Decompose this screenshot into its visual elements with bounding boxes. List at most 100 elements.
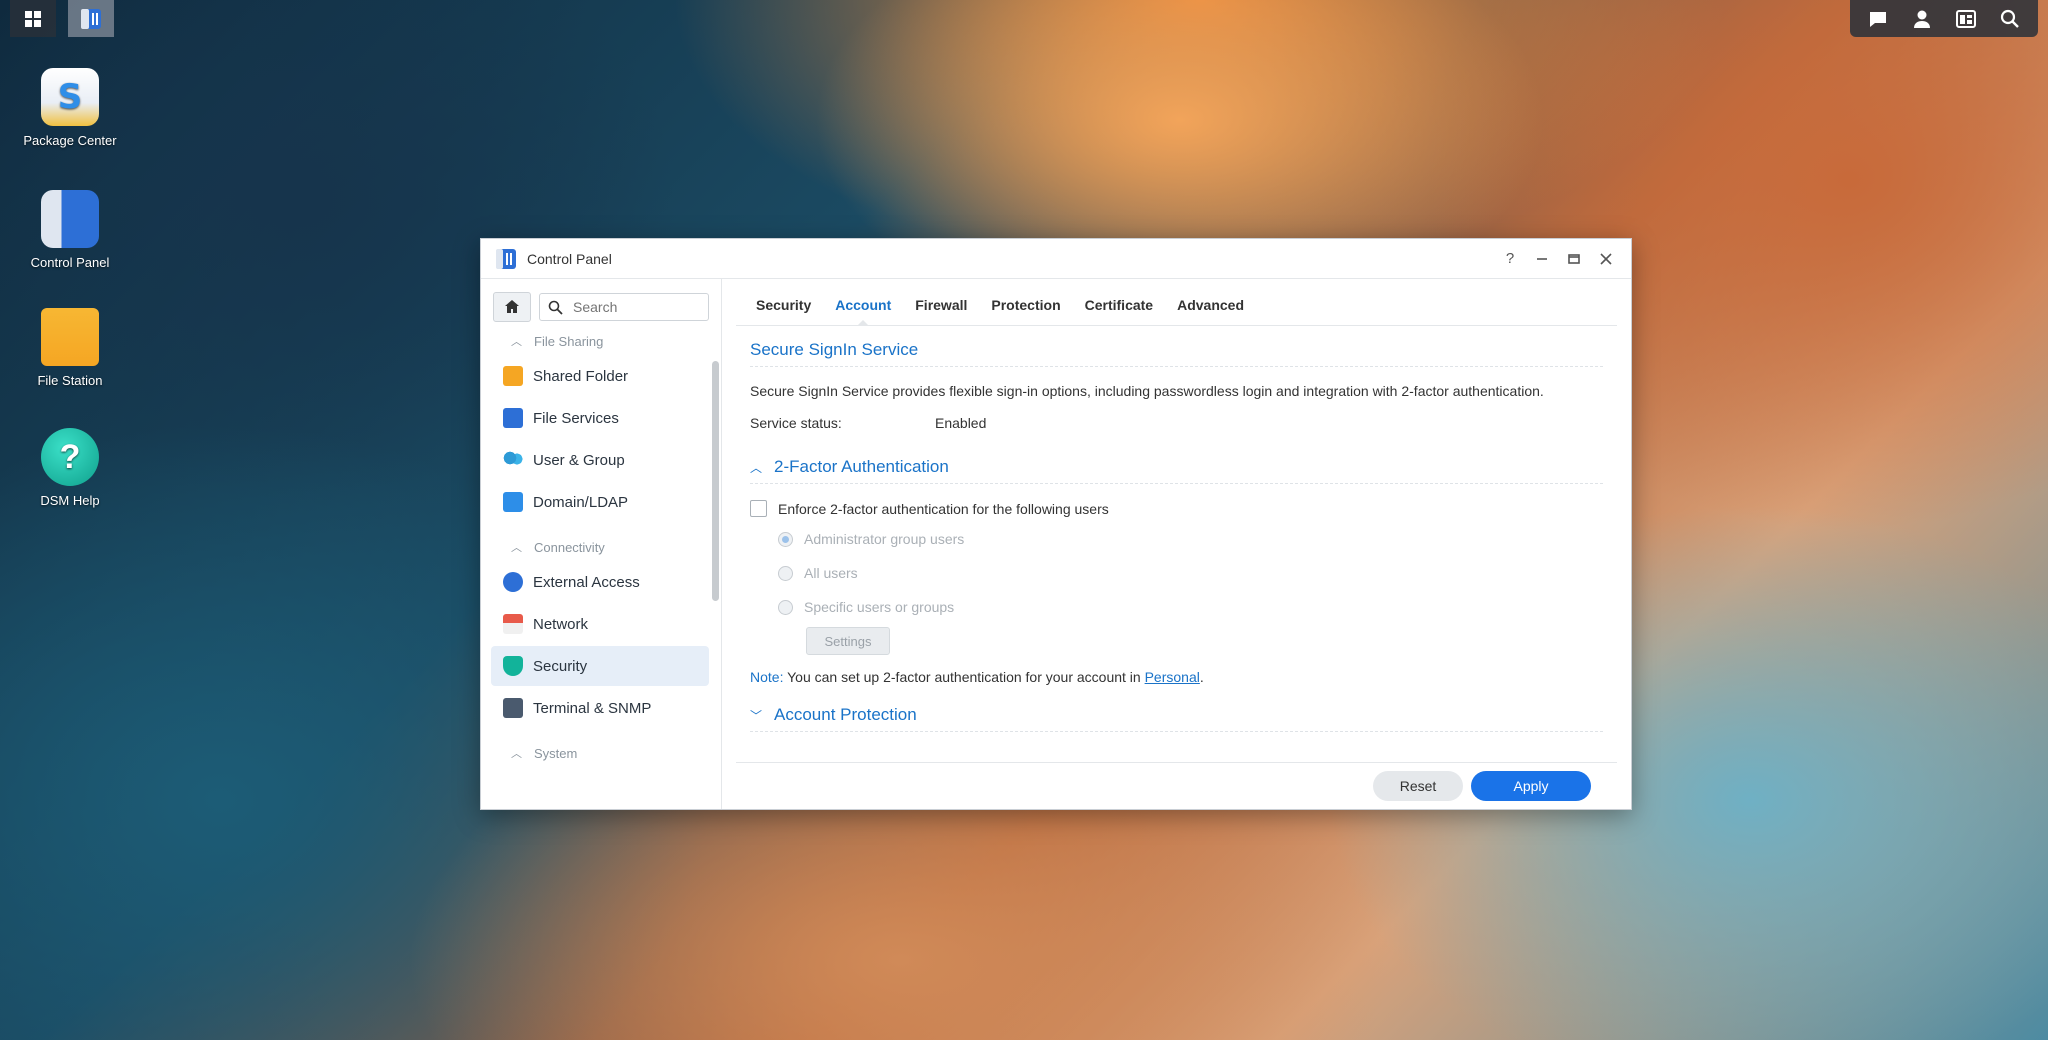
shield-icon (503, 656, 523, 676)
help-button[interactable]: ? (1499, 248, 1521, 270)
section-heading: Secure SignIn Service (750, 340, 919, 359)
section-account-protection[interactable]: ﹀ Account Protection (750, 691, 1603, 732)
service-status-value: Enabled (935, 415, 987, 431)
sidebar-item-label: Terminal & SNMP (533, 699, 652, 717)
tab-advanced[interactable]: Advanced (1165, 297, 1256, 325)
control-panel-icon (81, 8, 101, 29)
note-text: You can set up 2-factor authentication f… (783, 669, 1145, 685)
desktop-icon-label: Control Panel (30, 255, 110, 270)
desktop-icon-dsm-help[interactable]: ? DSM Help (20, 428, 120, 509)
sidebar-scrollbar[interactable] (712, 361, 719, 601)
radio-admin-users[interactable]: Administrator group users (778, 531, 1603, 547)
home-button[interactable] (493, 292, 531, 322)
sidebar-item-network[interactable]: Network (491, 604, 709, 644)
chat-icon[interactable] (1865, 6, 1891, 32)
enforce-2fa-checkbox-row[interactable]: Enforce 2-factor authentication for the … (750, 500, 1603, 517)
users-icon (503, 450, 523, 470)
sidebar-item-shared-folder[interactable]: Shared Folder (491, 356, 709, 396)
section-heading: Account Protection (774, 705, 917, 724)
radio-specific-users[interactable]: Specific users or groups (778, 599, 1603, 615)
chevron-up-icon: ︿ (511, 542, 522, 554)
service-status-label: Service status: (750, 415, 842, 431)
sidebar-item-file-services[interactable]: File Services (491, 398, 709, 438)
radio-label: Specific users or groups (804, 599, 955, 615)
tab-protection[interactable]: Protection (979, 297, 1072, 325)
sidebar-item-label: Security (533, 657, 588, 675)
2fa-note: Note: You can set up 2-factor authentica… (750, 669, 1603, 685)
main-panel: Security Account Firewall Protection Cer… (722, 279, 1631, 809)
apply-button[interactable]: Apply (1471, 771, 1591, 801)
sidebar: ︿ File Sharing Shared Folder File Service… (481, 279, 722, 809)
category-system[interactable]: ︿ System (481, 740, 721, 766)
domain-icon (503, 492, 523, 512)
sidebar-item-terminal-snmp[interactable]: Terminal & SNMP (491, 688, 709, 728)
footer-bar: Reset Apply (736, 762, 1617, 809)
desktop-icon-label: DSM Help (40, 493, 100, 508)
external-access-icon (503, 572, 523, 592)
close-button[interactable] (1595, 248, 1617, 270)
window-titlebar[interactable]: Control Panel ? (481, 239, 1631, 279)
radio-all-users[interactable]: All users (778, 565, 1603, 581)
search-icon (548, 300, 563, 315)
taskbar-right (1850, 0, 2038, 37)
note-end: . (1199, 669, 1204, 685)
user-icon[interactable] (1909, 6, 1935, 32)
sidebar-item-external-access[interactable]: External Access (491, 562, 709, 602)
section-heading: 2-Factor Authentication (774, 457, 949, 476)
chevron-down-icon: ﹀ (750, 708, 763, 723)
settings-button[interactable]: Settings (806, 627, 890, 655)
tab-account[interactable]: Account (823, 297, 903, 325)
tab-certificate[interactable]: Certificate (1073, 297, 1165, 325)
sidebar-item-label: External Access (533, 573, 640, 591)
radio-button[interactable] (778, 599, 793, 615)
terminal-icon (503, 698, 523, 718)
sidebar-item-security[interactable]: Security (491, 646, 709, 686)
radio-button[interactable] (778, 565, 793, 581)
radio-label: Administrator group users (804, 531, 965, 547)
category-label: Connectivity (534, 539, 605, 555)
enforce-2fa-checkbox[interactable] (750, 500, 767, 517)
taskbar-left (10, 0, 114, 37)
chevron-up-icon: ︿ (511, 748, 522, 760)
widgets-icon[interactable] (1953, 6, 1979, 32)
category-label: File Sharing (534, 333, 604, 349)
control-panel-window: Control Panel ? ︿ File Sharing Shared Fol… (480, 238, 1632, 810)
taskbar-control-panel[interactable] (68, 0, 114, 37)
search-icon[interactable] (1997, 6, 2023, 32)
tab-firewall[interactable]: Firewall (903, 297, 979, 325)
control-panel-icon (496, 248, 516, 269)
personal-link[interactable]: Personal (1145, 669, 1200, 685)
sidebar-item-label: File Services (533, 409, 619, 427)
desktop-icon-control-panel[interactable]: Control Panel (20, 190, 120, 271)
content-area: Secure SignIn Service Secure SignIn Serv… (722, 326, 1631, 732)
maximize-button[interactable] (1563, 248, 1585, 270)
tab-security[interactable]: Security (744, 297, 823, 325)
category-connectivity[interactable]: ︿ Connectivity (481, 534, 721, 560)
reset-button[interactable]: Reset (1373, 771, 1463, 801)
desktop-icon-package-center[interactable]: S Package Center (20, 68, 120, 149)
folder-share-icon (503, 366, 523, 386)
home-icon (505, 300, 519, 313)
tab-bar: Security Account Firewall Protection Cer… (736, 279, 1617, 326)
secure-signin-description: Secure SignIn Service provides flexible … (750, 383, 1544, 399)
main-menu-button[interactable] (10, 0, 56, 37)
sidebar-item-domain-ldap[interactable]: Domain/LDAP (491, 482, 709, 522)
help-icon: ? (41, 428, 99, 486)
desktop-icon-label: Package Center (23, 133, 117, 148)
search-input[interactable] (571, 298, 705, 316)
radio-label: All users (804, 565, 858, 581)
desktop-icon-file-station[interactable]: File Station (20, 308, 120, 389)
sidebar-item-user-group[interactable]: User & Group (491, 440, 709, 480)
search-box (539, 293, 709, 321)
sidebar-item-label: Network (533, 615, 589, 633)
sidebar-item-label: Shared Folder (533, 367, 629, 385)
radio-button[interactable] (778, 531, 793, 547)
minimize-button[interactable] (1531, 248, 1553, 270)
window-title: Control Panel (527, 250, 612, 267)
folder-icon (41, 308, 99, 366)
control-panel-icon (41, 190, 99, 248)
chevron-up-icon: ︿ (750, 460, 763, 475)
grid-icon (25, 10, 41, 27)
category-file-sharing[interactable]: ︿ File Sharing (481, 328, 721, 354)
section-2fa[interactable]: ︿ 2-Factor Authentication (750, 443, 1603, 484)
